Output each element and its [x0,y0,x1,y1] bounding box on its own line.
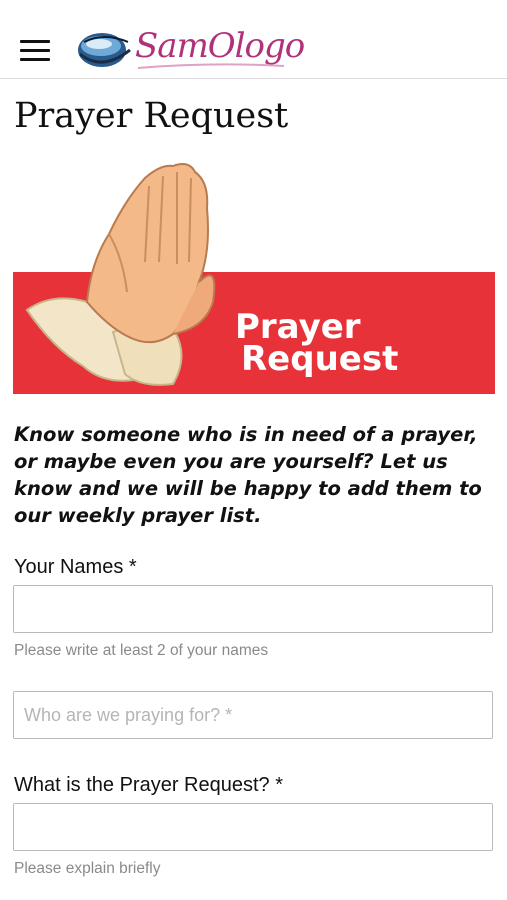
top-header: SamOlogo [0,0,507,79]
request-label: What is the Prayer Request? * [14,774,284,796]
names-field[interactable] [13,585,493,633]
menu-icon[interactable] [20,40,50,62]
banner-line2: Request [241,339,398,379]
request-hint: Please explain briefly [14,860,161,877]
praying-for-field[interactable] [13,691,493,739]
names-label: Your Names * [14,556,137,578]
site-logo[interactable]: SamOlogo [74,24,305,76]
logo-globe-icon [78,33,131,67]
names-hint: Please write at least 2 of your names [14,642,269,659]
request-input[interactable] [14,804,492,850]
page-title: Prayer Request [14,96,289,136]
request-field[interactable] [13,803,493,851]
praying-for-input[interactable] [14,692,492,738]
logo-underline [137,63,285,69]
names-input[interactable] [14,586,492,632]
praying-hands-image: Prayer Request [13,163,495,394]
prayer-request-banner: Prayer Request [13,152,495,394]
intro-text: Know someone who is in need of a prayer,… [14,423,482,527]
